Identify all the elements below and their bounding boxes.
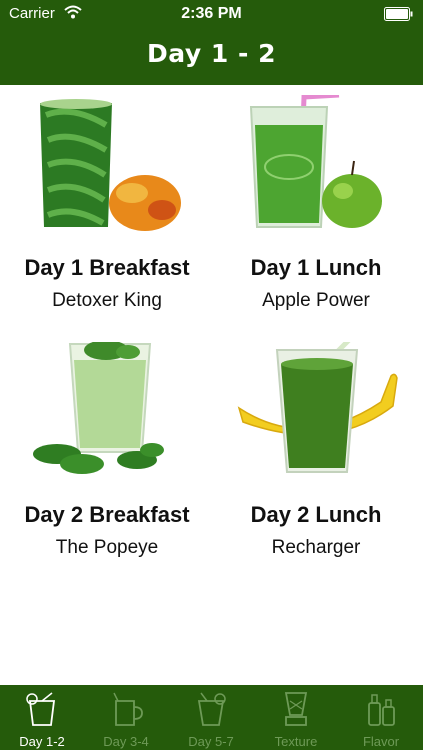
tab-day-3-4[interactable]: Day 3-4 bbox=[84, 685, 168, 750]
recipe-name: Detoxer King bbox=[52, 290, 162, 311]
recipe-day-label: Day 2 Breakfast bbox=[24, 502, 190, 527]
smoothie-image-recharger bbox=[237, 342, 398, 473]
status-bar: Carrier 2:36 PM bbox=[0, 0, 423, 28]
cocktail-glass-icon bbox=[26, 692, 56, 726]
recipe-name: Apple Power bbox=[262, 290, 370, 311]
recipe-day-label: Day 1 Breakfast bbox=[24, 255, 190, 280]
status-time: 2:36 PM bbox=[181, 5, 242, 22]
tab-day-1-2[interactable]: Day 1-2 bbox=[0, 685, 84, 750]
bottles-icon bbox=[368, 694, 395, 726]
recipe-name: Recharger bbox=[271, 537, 361, 558]
tab-flavor[interactable]: Flavor bbox=[339, 685, 423, 750]
tab-bar: Day 1-2 Day 3-4 Day 5-7 Texture Flavor bbox=[0, 685, 423, 750]
smoothie-image-apple-power bbox=[249, 95, 382, 228]
recipe-day-label: Day 1 Lunch bbox=[250, 255, 382, 280]
tab-texture[interactable]: Texture bbox=[254, 685, 338, 750]
page-title: Day 1 - 2 bbox=[147, 39, 276, 68]
blender-icon bbox=[284, 692, 308, 726]
recipe-day-label: Day 2 Lunch bbox=[250, 502, 382, 527]
tab-day-5-7[interactable]: Day 5-7 bbox=[169, 685, 253, 750]
cocktail-glass-icon bbox=[197, 692, 226, 726]
tab-label: Day 5-7 bbox=[188, 734, 234, 749]
smoothie-image-detoxer-king bbox=[40, 99, 181, 231]
tab-label: Day 3-4 bbox=[103, 734, 149, 749]
tab-label: Flavor bbox=[362, 734, 400, 749]
top-bar: Carrier 2:36 PM Day 1 - 2 bbox=[0, 0, 423, 85]
recipe-name: The Popeye bbox=[55, 537, 159, 558]
battery-icon bbox=[384, 7, 413, 21]
smoothie-image-the-popeye bbox=[33, 342, 164, 474]
tab-label: Texture bbox=[274, 734, 318, 749]
mug-icon bbox=[113, 692, 143, 726]
tab-label: Day 1-2 bbox=[19, 734, 65, 749]
